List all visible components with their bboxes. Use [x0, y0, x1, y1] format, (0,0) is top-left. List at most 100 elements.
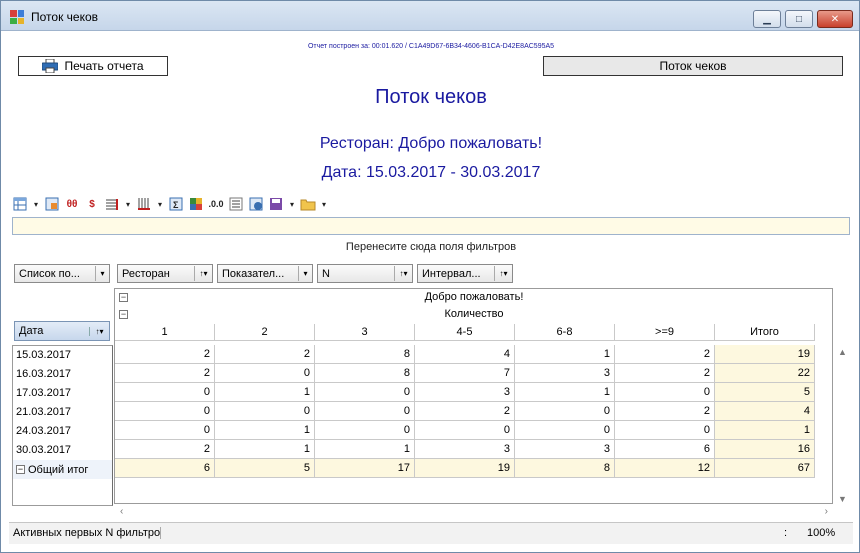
folder-icon[interactable] — [300, 196, 316, 212]
table-layout-dropdown-icon[interactable]: ▾ — [32, 200, 40, 209]
row-header[interactable]: 16.03.2017 — [13, 365, 112, 384]
data-cell[interactable]: 0 — [115, 383, 215, 402]
chevron-right-icon[interactable]: › — [825, 506, 828, 517]
data-cell[interactable]: 0 — [315, 383, 415, 402]
field-date[interactable]: Дата ↑▾ — [14, 321, 110, 341]
data-cell[interactable]: 3 — [515, 364, 615, 383]
chevron-up-icon[interactable]: ▲ — [838, 347, 847, 357]
data-cell[interactable]: 0 — [215, 364, 315, 383]
column-header[interactable]: 1 — [115, 324, 215, 341]
chevron-down-icon[interactable]: ▾ — [95, 266, 109, 281]
grand-total-cell[interactable]: 12 — [615, 459, 715, 478]
column-header[interactable]: >=9 — [615, 324, 715, 341]
total-cell[interactable]: 22 — [715, 364, 815, 383]
row-header[interactable]: 24.03.2017 — [13, 422, 112, 441]
receipt-stream-button[interactable]: Поток чеков — [543, 56, 843, 76]
data-cell[interactable]: 2 — [615, 364, 715, 383]
data-cell[interactable]: 2 — [115, 440, 215, 459]
data-cell[interactable]: 2 — [115, 364, 215, 383]
data-cell[interactable]: 2 — [615, 345, 715, 364]
data-cell[interactable]: 1 — [215, 440, 315, 459]
title-bar[interactable]: Поток чеков ▁ □ ✕ — [1, 1, 859, 31]
grand-total-cell[interactable]: 67 — [715, 459, 815, 478]
field-restaurant[interactable]: Ресторан ↑▾ — [117, 264, 213, 283]
data-cell[interactable]: 3 — [415, 440, 515, 459]
filter-expression-bar[interactable] — [12, 217, 850, 235]
print-report-button[interactable]: Печать отчета — [18, 56, 168, 76]
data-cell[interactable]: 0 — [515, 421, 615, 440]
data-cell[interactable]: 1 — [215, 421, 315, 440]
column-header[interactable]: 2 — [215, 324, 315, 341]
save-icon[interactable] — [268, 196, 284, 212]
field-n[interactable]: N ↑▾ — [317, 264, 413, 283]
sort-filter-icon[interactable]: ↑▾ — [394, 266, 412, 281]
grand-total-cell[interactable]: 6 — [115, 459, 215, 478]
data-cell[interactable]: 2 — [415, 402, 515, 421]
data-cell[interactable]: 1 — [515, 345, 615, 364]
grid-color-icon[interactable] — [188, 196, 204, 212]
save-dropdown-icon[interactable]: ▾ — [288, 200, 296, 209]
total-cell[interactable]: 5 — [715, 383, 815, 402]
horizontal-scrollbar[interactable]: ‹ › — [114, 506, 834, 521]
data-cell[interactable]: 1 — [315, 440, 415, 459]
row-header[interactable]: 15.03.2017 — [13, 346, 112, 365]
grand-total-cell[interactable]: 8 — [515, 459, 615, 478]
total-cell[interactable]: 1 — [715, 421, 815, 440]
zoom-level[interactable]: 100% — [807, 527, 835, 539]
maximize-button[interactable]: □ — [785, 10, 813, 28]
column-header[interactable]: 4-5 — [415, 324, 515, 341]
chevron-down-icon[interactable]: ▼ — [838, 494, 847, 504]
currency-icon[interactable]: $ — [84, 196, 100, 212]
data-cell[interactable]: 1 — [215, 383, 315, 402]
field-indicator[interactable]: Показател... ▾ — [217, 264, 313, 283]
data-cell[interactable]: 8 — [315, 364, 415, 383]
list-icon[interactable] — [228, 196, 244, 212]
info-icon[interactable] — [248, 196, 264, 212]
field-list-by[interactable]: Список по... ▾ — [14, 264, 110, 283]
data-cell[interactable]: 3 — [415, 383, 515, 402]
table-layout-icon[interactable] — [12, 196, 28, 212]
column-header[interactable]: 3 — [315, 324, 415, 341]
minimize-button[interactable]: ▁ — [753, 10, 781, 28]
data-cell[interactable]: 0 — [315, 402, 415, 421]
chevron-down-icon[interactable]: ▾ — [298, 266, 312, 281]
sort-filter-icon[interactable]: ↑▾ — [89, 326, 109, 336]
columns-dropdown-icon[interactable]: ▾ — [156, 200, 164, 209]
data-cell[interactable]: 2 — [115, 345, 215, 364]
total-cell[interactable]: 19 — [715, 345, 815, 364]
data-cell[interactable]: 0 — [615, 421, 715, 440]
column-header[interactable]: 6-8 — [515, 324, 615, 341]
sum-icon[interactable]: Σ — [168, 196, 184, 212]
folder-dropdown-icon[interactable]: ▾ — [320, 200, 328, 209]
data-cell[interactable]: 0 — [115, 402, 215, 421]
grand-total-cell[interactable]: 19 — [415, 459, 515, 478]
data-cell[interactable]: 8 — [315, 345, 415, 364]
close-button[interactable]: ✕ — [817, 10, 853, 28]
collapse-icon[interactable]: − — [16, 465, 25, 474]
row-header[interactable]: 30.03.2017 — [13, 441, 112, 460]
data-cell[interactable]: 0 — [115, 421, 215, 440]
data-cell[interactable]: 2 — [615, 402, 715, 421]
grand-total-cell[interactable]: 5 — [215, 459, 315, 478]
columns-icon[interactable] — [136, 196, 152, 212]
row-header[interactable]: 17.03.2017 — [13, 384, 112, 403]
data-cell[interactable]: 0 — [415, 421, 515, 440]
decimal-icon[interactable]: .0.0 — [208, 196, 224, 212]
strike-icon[interactable]: θθ — [64, 196, 80, 212]
data-cell[interactable]: 2 — [215, 345, 315, 364]
data-cell[interactable]: 1 — [515, 383, 615, 402]
bars-icon[interactable] — [104, 196, 120, 212]
bars-dropdown-icon[interactable]: ▾ — [124, 200, 132, 209]
row-header[interactable]: 21.03.2017 — [13, 403, 112, 422]
sort-filter-icon[interactable]: ↑▾ — [494, 266, 512, 281]
data-cell[interactable]: 0 — [615, 383, 715, 402]
data-cell[interactable]: 6 — [615, 440, 715, 459]
data-cell[interactable]: 4 — [415, 345, 515, 364]
total-cell[interactable]: 16 — [715, 440, 815, 459]
field-interval[interactable]: Интервал... ↑▾ — [417, 264, 513, 283]
chevron-left-icon[interactable]: ‹ — [120, 506, 123, 517]
column-header-total[interactable]: Итого — [715, 324, 815, 341]
total-cell[interactable]: 4 — [715, 402, 815, 421]
fit-icon[interactable] — [44, 196, 60, 212]
grand-total-row-header[interactable]: − Общий итог — [13, 460, 112, 479]
